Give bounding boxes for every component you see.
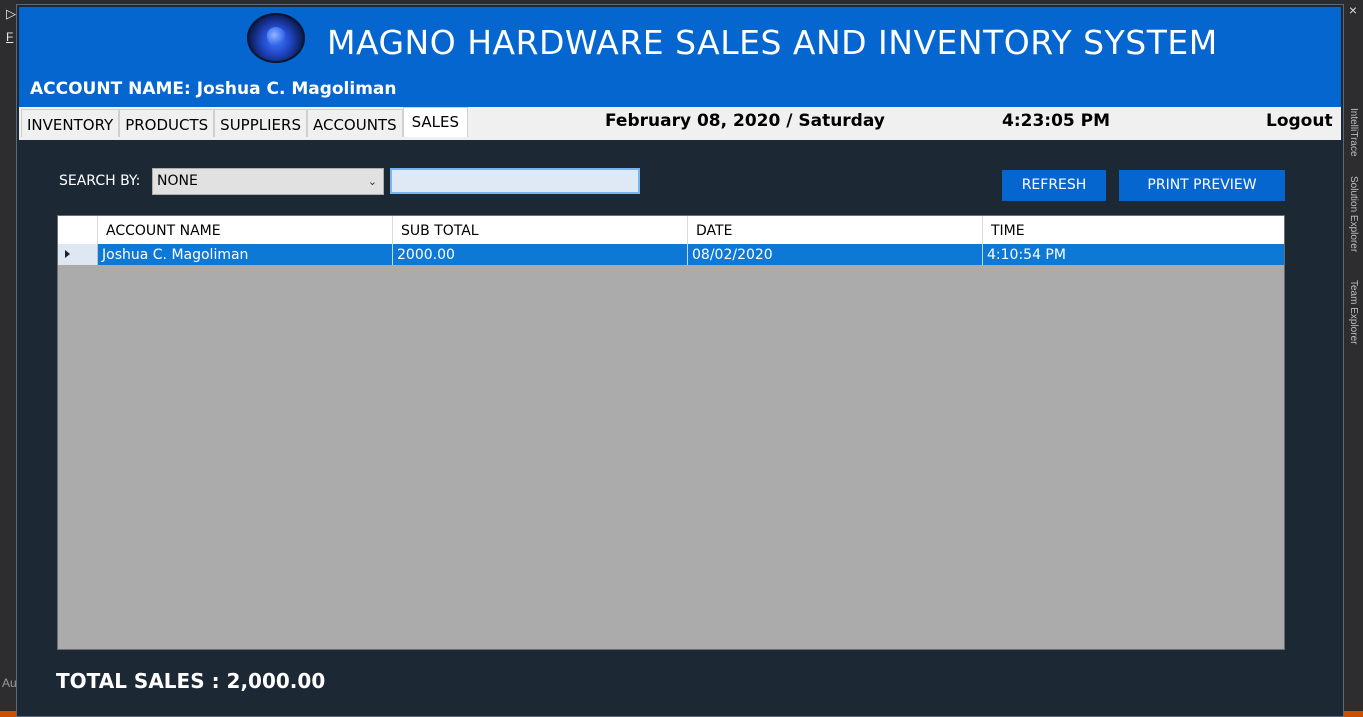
tab-bar: INVENTORY PRODUCTS SUPPLIERS ACCOUNTS SA… bbox=[19, 107, 1341, 140]
ide-bottom-label: Au bbox=[2, 676, 17, 690]
app-header: MAGNO HARDWARE SALES AND INVENTORY SYSTE… bbox=[19, 7, 1341, 107]
column-header-date[interactable]: DATE bbox=[688, 216, 983, 244]
account-name-value: Joshua C. Magoliman bbox=[196, 79, 397, 99]
column-header-time[interactable]: TIME bbox=[983, 216, 1284, 244]
cell-date[interactable]: 08/02/2020 bbox=[688, 244, 983, 265]
chevron-down-icon[interactable]: ⌄ bbox=[368, 169, 377, 194]
cell-account-name[interactable]: Joshua C. Magoliman bbox=[98, 244, 393, 265]
ide-menu-letter[interactable]: F bbox=[6, 30, 13, 44]
ide-side-tab-intellitrace[interactable]: IntelliTrace bbox=[1348, 108, 1359, 157]
droplet-logo-icon bbox=[247, 13, 305, 63]
ide-run-icon[interactable]: ▷ bbox=[6, 6, 16, 22]
tab-sales[interactable]: SALES bbox=[402, 107, 469, 137]
account-name-label: ACCOUNT NAME: Joshua C. Magoliman bbox=[30, 79, 397, 99]
current-date: February 08, 2020 / Saturday bbox=[605, 111, 885, 131]
search-by-select[interactable]: NONE ⌄ bbox=[152, 168, 384, 195]
refresh-button[interactable]: REFRESH bbox=[1002, 170, 1106, 201]
ide-side-tab-solution-explorer[interactable]: Solution Explorer bbox=[1348, 176, 1359, 252]
current-row-arrow-icon bbox=[65, 250, 70, 258]
search-input[interactable] bbox=[390, 168, 640, 194]
grid-header: ACCOUNT NAME SUB TOTAL DATE TIME bbox=[58, 216, 1284, 245]
account-name-prefix: ACCOUNT NAME: bbox=[30, 79, 197, 99]
search-by-label: SEARCH BY: bbox=[59, 173, 141, 189]
print-preview-button[interactable]: PRINT PREVIEW bbox=[1119, 170, 1285, 201]
app-title: MAGNO HARDWARE SALES AND INVENTORY SYSTE… bbox=[327, 23, 1218, 62]
app-window: MAGNO HARDWARE SALES AND INVENTORY SYSTE… bbox=[16, 4, 1344, 717]
cell-sub-total[interactable]: 2000.00 bbox=[393, 244, 688, 265]
grid-corner-cell[interactable] bbox=[58, 216, 98, 244]
cell-time[interactable]: 4:10:54 PM bbox=[983, 244, 1284, 265]
search-by-selected-value: NONE bbox=[157, 173, 198, 189]
tab-products[interactable]: PRODUCTS bbox=[119, 109, 215, 137]
ide-right-strip: × IntelliTrace Solution Explorer Team Ex… bbox=[1341, 0, 1363, 717]
column-header-account-name[interactable]: ACCOUNT NAME bbox=[98, 216, 393, 244]
tab-strip: INVENTORY PRODUCTS SUPPLIERS ACCOUNTS SA… bbox=[21, 107, 469, 138]
column-header-sub-total[interactable]: SUB TOTAL bbox=[393, 216, 688, 244]
ide-side-tab-team-explorer[interactable]: Team Explorer bbox=[1348, 280, 1359, 344]
total-sales-label: TOTAL SALES : 2,000.00 bbox=[56, 669, 326, 693]
table-row[interactable]: Joshua C. Magoliman 2000.00 08/02/2020 4… bbox=[58, 244, 1284, 265]
tab-suppliers[interactable]: SUPPLIERS bbox=[214, 109, 307, 137]
ide-close-icon[interactable]: × bbox=[1349, 2, 1357, 18]
tab-inventory[interactable]: INVENTORY bbox=[21, 109, 120, 137]
tab-accounts[interactable]: ACCOUNTS bbox=[306, 109, 403, 137]
current-time: 4:23:05 PM bbox=[1002, 111, 1111, 131]
logout-link[interactable]: Logout bbox=[1266, 111, 1333, 131]
sales-grid[interactable]: ACCOUNT NAME SUB TOTAL DATE TIME Joshua … bbox=[57, 215, 1285, 650]
row-header[interactable] bbox=[58, 244, 98, 265]
